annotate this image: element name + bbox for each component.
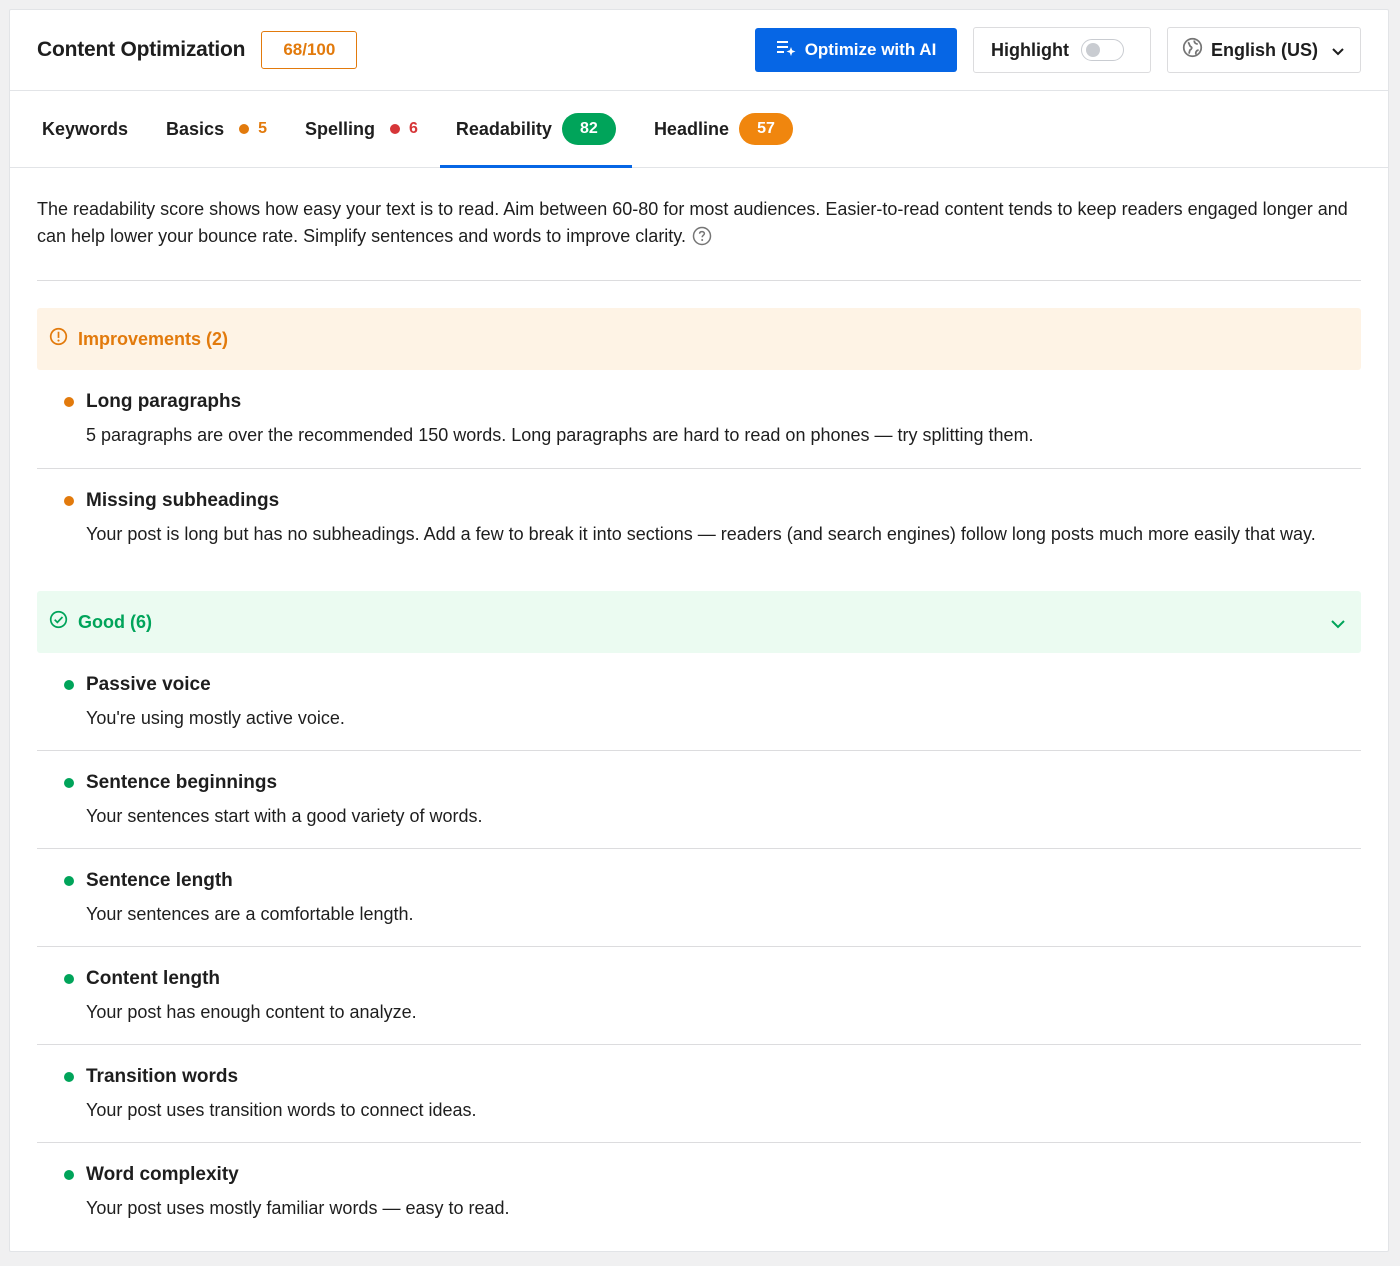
tab-label: Spelling	[304, 118, 375, 139]
item-desc: Your post uses mostly familiar words — e…	[86, 1198, 510, 1218]
list-item: Transition words Your post uses transiti…	[37, 1045, 1361, 1143]
alert-circle-icon	[49, 327, 68, 351]
item-name: Transition words	[86, 1066, 239, 1087]
success-dot	[64, 876, 74, 886]
check-circle-icon	[49, 610, 68, 634]
item-name: Missing subheadings	[86, 490, 280, 511]
item-name: Passive voice	[86, 674, 211, 695]
page-title: Content Optimization	[37, 38, 246, 61]
improvements-header[interactable]: Improvements (2)	[37, 308, 1361, 370]
score-pill: 82	[561, 113, 616, 145]
success-dot	[64, 1170, 74, 1180]
warning-dot	[64, 397, 74, 407]
ai-sparkle-list-icon	[776, 39, 796, 62]
score-badge: 68/100	[261, 31, 358, 69]
item-desc: Your post is long but has no subheadings…	[86, 524, 1316, 544]
list-item: Sentence length Your sentences are a com…	[37, 849, 1361, 947]
good-title: Good (6)	[78, 611, 152, 632]
highlight-toggle[interactable]	[1080, 39, 1124, 61]
list-item: Missing subheadings Your post is long bu…	[37, 469, 1361, 567]
readability-content: The readability score shows how easy you…	[10, 168, 1388, 1240]
list-item: Word complexity Your post uses mostly fa…	[37, 1143, 1361, 1240]
optimize-with-ai-label: Optimize with AI	[804, 40, 937, 59]
issue-count: 5	[258, 120, 267, 137]
header-actions: Optimize with AI Highlight English (US)	[755, 27, 1361, 73]
globe-icon	[1182, 37, 1203, 63]
tab-keywords[interactable]: Keywords	[26, 91, 144, 167]
success-dot	[64, 974, 74, 984]
tab-headline[interactable]: Headline 57	[638, 91, 809, 167]
highlight-label: Highlight	[991, 39, 1069, 60]
list-item: Passive voice You're using mostly active…	[37, 653, 1361, 751]
tab-label: Basics	[166, 118, 225, 139]
list-item: Long paragraphs 5 paragraphs are over th…	[37, 370, 1361, 469]
tab-label: Keywords	[42, 118, 129, 139]
item-name: Sentence beginnings	[86, 772, 278, 793]
help-icon[interactable]	[692, 226, 712, 254]
optimize-with-ai-button[interactable]: Optimize with AI	[755, 28, 957, 72]
intro-text: The readability score shows how easy you…	[37, 168, 1361, 281]
improvements-list: Long paragraphs 5 paragraphs are over th…	[37, 370, 1361, 567]
toggle-knob	[1085, 43, 1100, 57]
language-select[interactable]: English (US)	[1167, 27, 1361, 73]
score-pill: 57	[738, 113, 793, 145]
item-desc: 5 paragraphs are over the recommended 15…	[86, 425, 1034, 445]
tab-basics[interactable]: Basics 5	[150, 91, 283, 167]
content-optimization-panel: Content Optimization 68/100 Optimize wit…	[9, 9, 1389, 1252]
tab-label: Readability	[455, 118, 552, 139]
item-desc: Your post uses transition words to conne…	[86, 1100, 477, 1120]
good-list: Passive voice You're using mostly active…	[37, 653, 1361, 1240]
tab-readability[interactable]: Readability 82	[439, 91, 632, 168]
status-dot	[390, 124, 400, 134]
item-name: Word complexity	[86, 1164, 239, 1185]
item-name: Long paragraphs	[86, 391, 242, 412]
success-dot	[64, 1072, 74, 1082]
list-item: Content length Your post has enough cont…	[37, 947, 1361, 1045]
tab-spelling[interactable]: Spelling 6	[289, 91, 434, 167]
status-dot	[239, 124, 250, 134]
warning-dot	[64, 496, 74, 506]
success-dot	[64, 680, 74, 690]
success-dot	[64, 778, 74, 788]
issue-count: 6	[409, 120, 418, 137]
item-desc: Your post has enough content to analyze.	[86, 1002, 417, 1022]
list-item: Sentence beginnings Your sentences start…	[37, 751, 1361, 849]
chevron-down-icon[interactable]	[1331, 613, 1345, 634]
panel-header: Content Optimization 68/100 Optimize wit…	[10, 10, 1388, 91]
chevron-down-icon	[1332, 40, 1344, 61]
good-header[interactable]: Good (6)	[37, 591, 1361, 653]
improvements-title: Improvements (2)	[78, 328, 229, 349]
tab-bar: Keywords Basics 5 Spelling 6 Readability…	[10, 91, 1388, 168]
item-name: Content length	[86, 968, 221, 989]
item-desc: Your sentences are a comfortable length.	[86, 904, 414, 924]
highlight-control: Highlight	[973, 27, 1151, 73]
item-name: Sentence length	[86, 870, 233, 891]
tab-label: Headline	[653, 118, 729, 139]
item-desc: Your sentences start with a good variety…	[86, 806, 483, 826]
item-desc: You're using mostly active voice.	[86, 708, 345, 728]
language-label: English (US)	[1211, 39, 1318, 60]
